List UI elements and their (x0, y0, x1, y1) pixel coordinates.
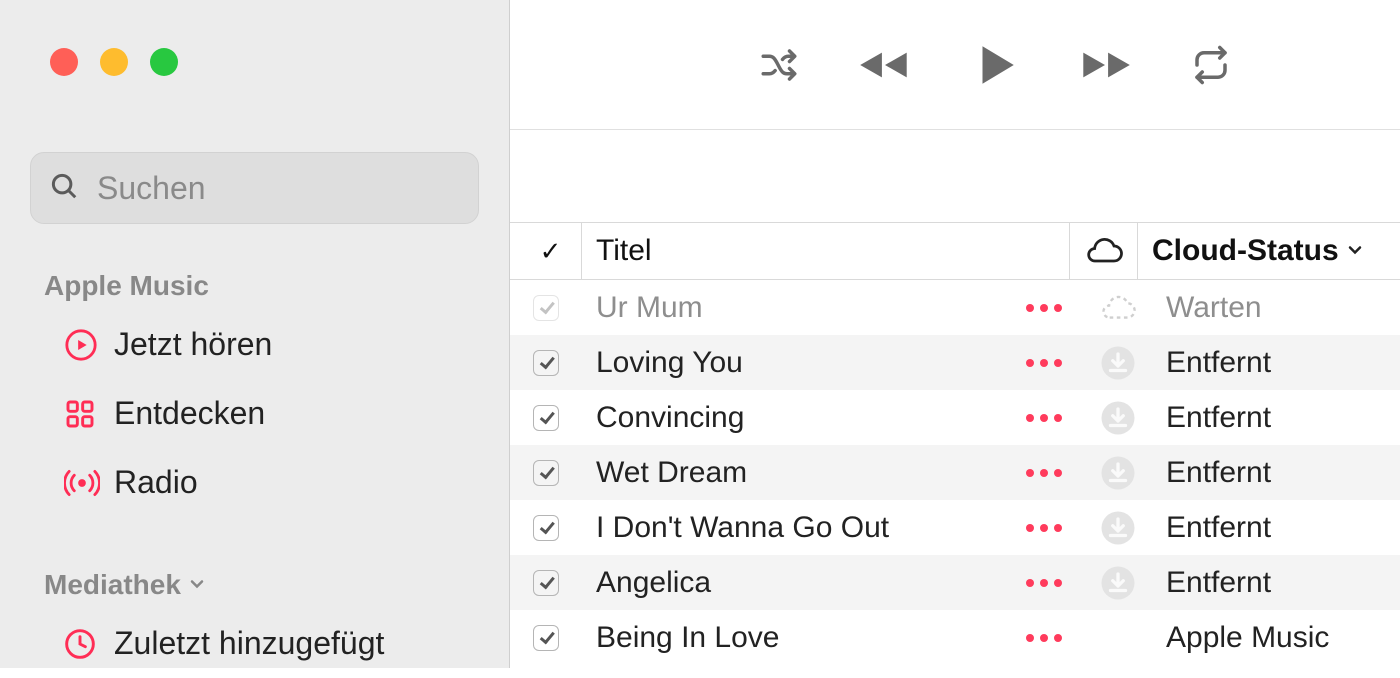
more-options-button[interactable] (1004, 634, 1084, 642)
grid-icon (64, 398, 108, 430)
row-title: Ur Mum (582, 291, 1004, 325)
column-header-checked[interactable]: ✓ (520, 223, 582, 279)
more-options-button[interactable] (1004, 304, 1084, 312)
column-header-cloud-icon[interactable] (1070, 223, 1138, 279)
sidebar-item-label: Entdecken (114, 395, 265, 432)
cloud-status-icon (1084, 400, 1152, 436)
table-row[interactable]: Being In Love Apple Music (510, 610, 1400, 665)
minimize-window-button[interactable] (100, 48, 128, 76)
table-row[interactable]: I Don't Wanna Go Out Entfernt (510, 500, 1400, 555)
search-field[interactable] (30, 152, 479, 224)
row-title: Angelica (582, 566, 1004, 600)
sidebar-section-apple-music: Apple Music (0, 224, 509, 310)
row-title: I Don't Wanna Go Out (582, 511, 1004, 545)
row-checkbox[interactable] (510, 350, 582, 376)
previous-button[interactable] (854, 43, 916, 87)
more-options-button[interactable] (1004, 414, 1084, 422)
cloud-status-icon (1084, 345, 1152, 381)
row-checkbox[interactable] (510, 405, 582, 431)
cloud-status-icon (1084, 455, 1152, 491)
row-cloud-status: Entfernt (1152, 456, 1400, 490)
sidebar: Apple Music Jetzt hören Entdecken Radio (0, 0, 510, 668)
close-window-button[interactable] (50, 48, 78, 76)
spacer (510, 130, 1400, 222)
playback-toolbar (510, 0, 1400, 130)
row-checkbox[interactable] (510, 570, 582, 596)
more-options-button[interactable] (1004, 524, 1084, 532)
radio-icon (64, 466, 108, 500)
row-title: Wet Dream (582, 456, 1004, 490)
sidebar-item-label: Zuletzt hinzugefügt (114, 625, 384, 662)
row-checkbox[interactable] (510, 515, 582, 541)
search-input[interactable] (97, 170, 460, 207)
repeat-button[interactable] (1190, 44, 1232, 86)
table-row[interactable]: Wet Dream Entfernt (510, 445, 1400, 500)
table-row[interactable]: Convincing Entfernt (510, 390, 1400, 445)
row-checkbox[interactable] (510, 460, 582, 486)
sidebar-item-listen-now[interactable]: Jetzt hören (0, 310, 509, 379)
row-title: Being In Love (582, 621, 1004, 655)
cloud-status-icon (1084, 565, 1152, 601)
row-cloud-status: Warten (1152, 291, 1400, 325)
cloud-status-icon (1084, 294, 1152, 322)
sidebar-item-label: Radio (114, 464, 198, 501)
row-cloud-status: Entfernt (1152, 401, 1400, 435)
table-row[interactable]: Angelica Entfernt (510, 555, 1400, 610)
sidebar-item-radio[interactable]: Radio (0, 448, 509, 517)
row-title: Loving You (582, 346, 1004, 380)
sidebar-section-library[interactable]: Mediathek (0, 517, 509, 609)
row-cloud-status: Entfernt (1152, 566, 1400, 600)
table-row[interactable]: Ur Mum Warten (510, 280, 1400, 335)
more-options-button[interactable] (1004, 359, 1084, 367)
search-icon (49, 171, 79, 206)
sidebar-item-label: Jetzt hören (114, 326, 272, 363)
main-content: ✓ Titel Cloud-Status Ur Mum Warten Loving … (510, 0, 1400, 668)
row-cloud-status: Entfernt (1152, 346, 1400, 380)
chevron-down-icon (1345, 234, 1365, 268)
track-list: Ur MumWartenLoving YouEntferntConvincing… (510, 280, 1400, 665)
column-header-title[interactable]: Titel (582, 223, 1070, 279)
play-circle-icon (64, 328, 108, 362)
row-cloud-status: Entfernt (1152, 511, 1400, 545)
zoom-window-button[interactable] (150, 48, 178, 76)
table-header: ✓ Titel Cloud-Status (510, 222, 1400, 280)
row-title: Convincing (582, 401, 1004, 435)
window-controls (0, 0, 509, 110)
clock-icon (64, 628, 108, 660)
chevron-down-icon (187, 569, 207, 601)
more-options-button[interactable] (1004, 469, 1084, 477)
row-checkbox[interactable] (510, 295, 582, 321)
cloud-status-icon (1084, 510, 1152, 546)
shuffle-button[interactable] (758, 44, 800, 86)
row-checkbox[interactable] (510, 625, 582, 651)
sidebar-item-browse[interactable]: Entdecken (0, 379, 509, 448)
more-options-button[interactable] (1004, 579, 1084, 587)
next-button[interactable] (1074, 43, 1136, 87)
row-cloud-status: Apple Music (1152, 621, 1400, 655)
play-button[interactable] (970, 40, 1020, 90)
column-header-cloud-status[interactable]: Cloud-Status (1138, 234, 1400, 268)
table-row[interactable]: Loving You Entfernt (510, 335, 1400, 390)
